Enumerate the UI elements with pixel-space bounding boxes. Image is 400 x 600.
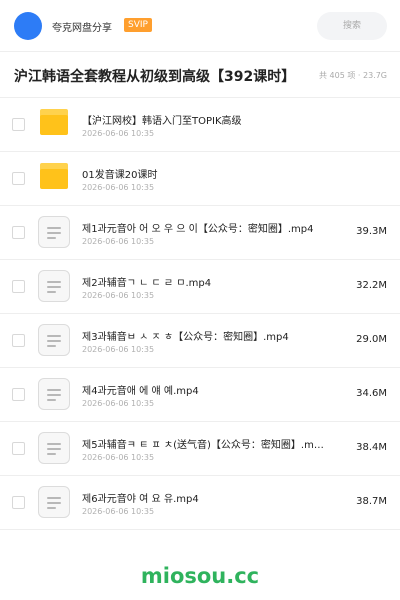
document-icon <box>38 378 70 410</box>
item-checkbox[interactable] <box>12 280 25 293</box>
item-checkbox[interactable] <box>12 442 25 455</box>
document-icon <box>38 486 70 518</box>
item-checkbox[interactable] <box>12 172 25 185</box>
item-size: 39.3M <box>356 226 387 237</box>
item-checkbox[interactable] <box>12 226 25 239</box>
item-checkbox[interactable] <box>12 388 25 401</box>
item-date: 2026-06-06 10:35 <box>82 237 155 246</box>
document-icon <box>38 216 70 248</box>
avatar[interactable] <box>14 12 42 40</box>
list-item[interactable]: 제3과辅音ㅂ ㅅ ㅈ ㅎ【公众号：密知圈】.mp4 2026-06-06 10:… <box>0 314 400 368</box>
list-item[interactable]: 제5과辅音ㅋ ㅌ ㅍ ㅊ(送气音)【公众号：密知圈】.mp4 2026-06-0… <box>0 422 400 476</box>
search-input[interactable]: 搜索 <box>317 12 387 40</box>
item-date: 2026-06-06 10:35 <box>82 453 155 462</box>
item-size: 34.6M <box>356 388 387 399</box>
document-icon <box>38 324 70 356</box>
item-size: 32.2M <box>356 280 387 291</box>
item-name: 제2과辅音ㄱ ㄴ ㄷ ㄹ ㅁ.mp4 <box>82 278 212 289</box>
item-date: 2026-06-06 10:35 <box>82 399 155 408</box>
item-name: 【沪江网校】韩语入门至TOPIK高级 <box>82 116 242 127</box>
item-size: 38.7M <box>356 496 387 507</box>
list-item[interactable]: 제1과元音아 어 오 우 으 이【公众号：密知圈】.mp4 2026-06-06… <box>0 206 400 260</box>
document-icon <box>38 432 70 464</box>
list-item[interactable]: 01发音课20课时 2026-06-06 10:35 <box>0 152 400 206</box>
page-title: 沪江韩语全套教程从初级到高级【392课时】 <box>14 69 296 85</box>
item-size: 29.0M <box>356 334 387 345</box>
item-date: 2026-06-06 10:35 <box>82 345 155 354</box>
item-name: 제4과元音애 에 얘 예.mp4 <box>82 386 199 397</box>
item-size: 38.4M <box>356 442 387 453</box>
item-date: 2026-06-06 10:35 <box>82 291 155 300</box>
item-name: 01发音课20课时 <box>82 170 158 181</box>
item-name: 제3과辅音ㅂ ㅅ ㅈ ㅎ【公众号：密知圈】.mp4 <box>82 332 289 343</box>
item-date: 2026-06-06 10:35 <box>82 129 155 138</box>
document-icon <box>38 270 70 302</box>
item-name: 제6과元音야 여 요 유.mp4 <box>82 494 199 505</box>
list-item[interactable]: 제4과元音애 에 얘 예.mp4 2026-06-06 10:35 34.6M <box>0 368 400 422</box>
file-list: 【沪江网校】韩语入门至TOPIK高级 2026-06-06 10:35 01发音… <box>0 98 400 530</box>
folder-icon <box>40 109 68 135</box>
list-item[interactable]: 【沪江网校】韩语入门至TOPIK高级 2026-06-06 10:35 <box>0 98 400 152</box>
folder-icon <box>40 163 68 189</box>
list-item[interactable]: 제6과元音야 여 요 유.mp4 2026-06-06 10:35 38.7M <box>0 476 400 530</box>
site-watermark: miosou.cc <box>140 564 260 588</box>
item-checkbox[interactable] <box>12 334 25 347</box>
item-checkbox[interactable] <box>12 496 25 509</box>
item-checkbox[interactable] <box>12 118 25 131</box>
sharer-name: 夸克网盘分享 <box>52 23 112 34</box>
item-date: 2026-06-06 10:35 <box>82 507 155 516</box>
app-header: 夸克网盘分享 SVIP 搜索 <box>0 0 400 52</box>
item-name: 제5과辅音ㅋ ㅌ ㅍ ㅊ(送气音)【公众号：密知圈】.mp4 <box>82 440 324 451</box>
share-meta: 共 405 项 · 23.7G <box>319 71 387 80</box>
item-name: 제1과元音아 어 오 우 으 이【公众号：密知圈】.mp4 <box>82 224 314 235</box>
list-item[interactable]: 제2과辅音ㄱ ㄴ ㄷ ㄹ ㅁ.mp4 2026-06-06 10:35 32.2… <box>0 260 400 314</box>
share-title-bar: 沪江韩语全套教程从初级到高级【392课时】 共 405 项 · 23.7G <box>0 52 400 98</box>
svip-badge: SVIP <box>124 18 152 32</box>
item-date: 2026-06-06 10:35 <box>82 183 155 192</box>
